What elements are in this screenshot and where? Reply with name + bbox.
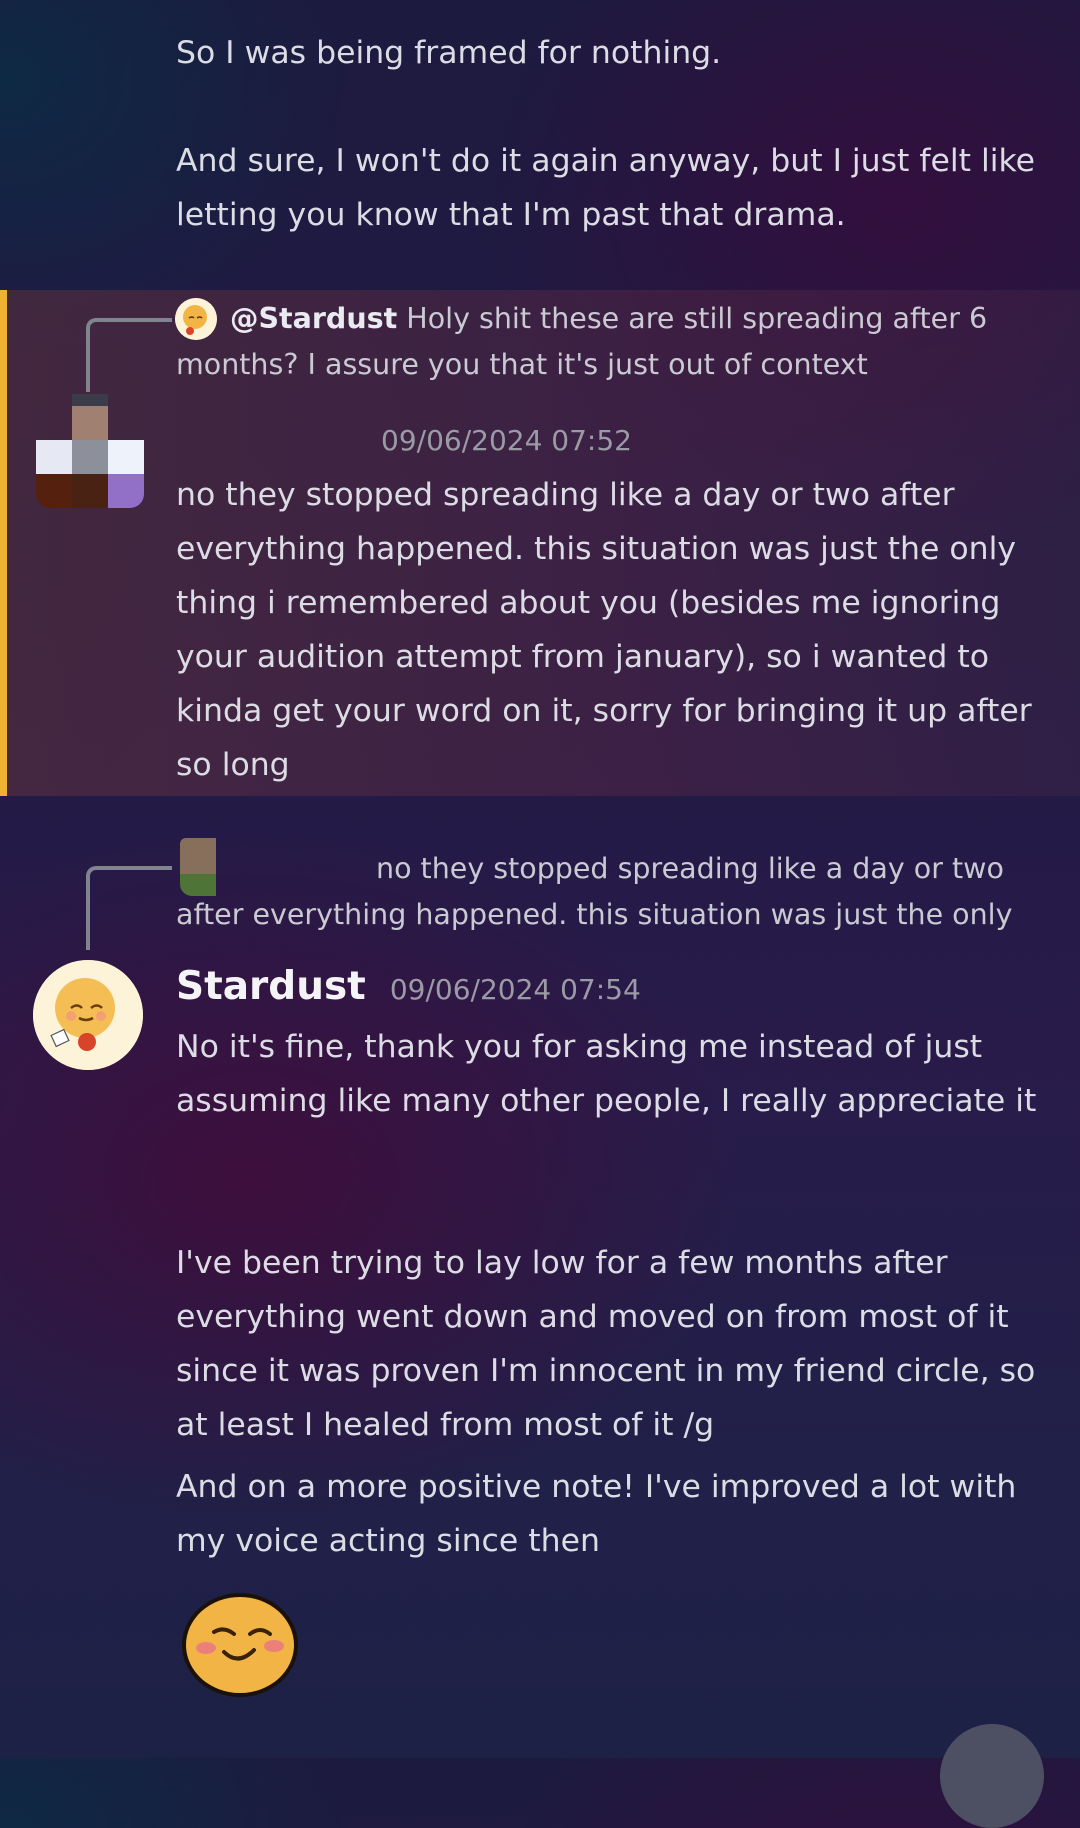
message-text: no they stopped spreading like a day or … [176, 477, 1042, 783]
reply-author-mention[interactable]: @Stardust [230, 302, 397, 335]
message-text: And on a more positive note! I've improv… [176, 1469, 1027, 1559]
message-text: No it's fine, thank you for asking me in… [176, 1029, 1037, 1119]
author-name[interactable]: Stardust [176, 964, 366, 1009]
reply-connector [86, 318, 172, 392]
reply-connector [86, 866, 172, 950]
message-text: I've been trying to lay low for a few mo… [176, 1245, 1046, 1443]
reply-preview-text: no they stopped spreading like a day or … [176, 852, 1013, 931]
scroll-to-bottom-button[interactable] [940, 1724, 1044, 1828]
message-text: And sure, I won't do it again anyway, bu… [176, 143, 1045, 233]
mention-highlight-bar [0, 290, 7, 796]
reply-preview[interactable]: no they stopped spreading like a day or … [176, 846, 1046, 938]
message-text: So I was being framed for nothing. [176, 35, 722, 71]
stardust-avatar-icon [33, 960, 143, 1070]
blushing-smile-emoji-icon [180, 1590, 300, 1700]
stardust-avatar[interactable] [33, 960, 143, 1070]
message-timestamp: 09/06/2024 07:52 [381, 424, 632, 457]
message-header: Stardust 09/06/2024 07:54 [176, 964, 641, 1009]
message-timestamp: 09/06/2024 07:54 [389, 973, 641, 1006]
censored-avatar[interactable] [36, 394, 144, 516]
reply-preview[interactable]: @Stardust Holy shit these are still spre… [176, 296, 1046, 388]
